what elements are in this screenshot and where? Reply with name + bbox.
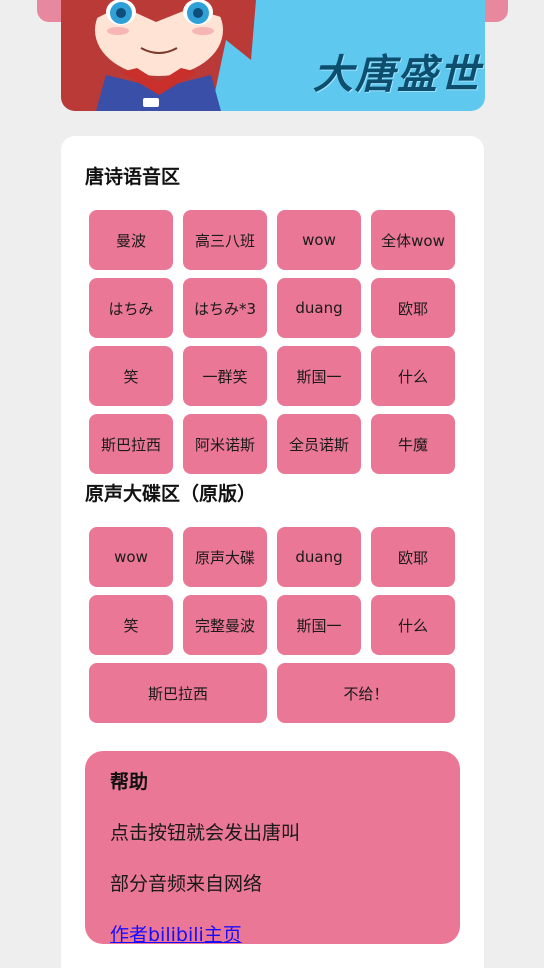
sound-button[interactable]: duang <box>277 527 361 587</box>
sound-button[interactable]: 曼波 <box>89 210 173 270</box>
banner-title: 大唐盛世 <box>313 51 481 98</box>
sound-button[interactable]: 完整曼波 <box>183 595 267 655</box>
sound-button[interactable]: 什么 <box>371 595 455 655</box>
sound-button[interactable]: 高三八班 <box>183 210 267 270</box>
sound-button[interactable]: 欧耶 <box>371 278 455 338</box>
sound-button[interactable]: duang <box>277 278 361 338</box>
sound-button[interactable]: 不给！ <box>277 663 455 723</box>
sound-button[interactable]: 斯国一 <box>277 346 361 406</box>
sound-button[interactable]: はちみ*3 <box>183 278 267 338</box>
sound-button[interactable]: 斯国一 <box>277 595 361 655</box>
sound-button[interactable]: 阿米诺斯 <box>183 414 267 474</box>
help-panel: 帮助 点击按钮就会发出唐叫 部分音频来自网络 作者bilibili主页 <box>85 751 460 946</box>
sound-button[interactable]: 什么 <box>371 346 455 406</box>
anime-girl-illustration <box>61 0 256 111</box>
tang-poems-button-grid: 曼波 高三八班 wow 全体wow はちみ はちみ*3 duang 欧耶 笑 一… <box>89 210 457 474</box>
sound-button[interactable]: wow <box>277 210 361 270</box>
help-title: 帮助 <box>110 771 149 793</box>
sound-button[interactable]: 原声大碟 <box>183 527 267 587</box>
author-bilibili-link[interactable]: 作者bilibili主页 <box>110 924 242 946</box>
section-title-tang-poems: 唐诗语音区 <box>85 166 181 188</box>
sound-button[interactable]: 欧耶 <box>371 527 455 587</box>
sound-button[interactable]: wow <box>89 527 173 587</box>
main-card: 唐诗语音区 曼波 高三八班 wow 全体wow はちみ はちみ*3 duang … <box>61 136 484 968</box>
sound-button[interactable]: 斯巴拉西 <box>89 414 173 474</box>
sound-button[interactable]: 斯巴拉西 <box>89 663 267 723</box>
sound-button[interactable]: 一群笑 <box>183 346 267 406</box>
help-text-usage: 点击按钮就会发出唐叫 <box>110 822 301 844</box>
sound-button[interactable]: はちみ <box>89 278 173 338</box>
sound-button[interactable]: 笑 <box>89 346 173 406</box>
banner: 大唐盛世 <box>61 0 485 111</box>
sound-button[interactable]: 笑 <box>89 595 173 655</box>
sound-button[interactable]: 全员诺斯 <box>277 414 361 474</box>
help-text-source: 部分音频来自网络 <box>110 873 263 895</box>
original-soundtrack-button-grid: wow 原声大碟 duang 欧耶 笑 完整曼波 斯国一 什么 斯巴拉西 不给！ <box>89 527 457 723</box>
sound-button[interactable]: 牛魔 <box>371 414 455 474</box>
sound-button[interactable]: 全体wow <box>371 210 455 270</box>
section-title-original-soundtrack: 原声大碟区（原版） <box>85 483 257 505</box>
